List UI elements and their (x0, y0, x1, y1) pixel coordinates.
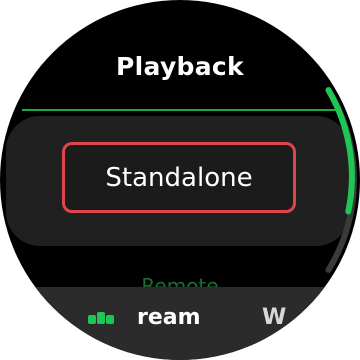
title-divider (22, 109, 338, 111)
bottom-bar-item-2[interactable]: W (262, 305, 286, 330)
standalone-option-label: Standalone (105, 162, 253, 193)
bottom-bar-item-1[interactable]: ream (137, 305, 201, 330)
watch-screen: Playback Standalone Remote ream W (0, 0, 360, 360)
equalizer-bars-icon (88, 310, 114, 326)
screen-title: Playback (116, 52, 244, 81)
standalone-option-button[interactable]: Standalone (62, 142, 296, 213)
